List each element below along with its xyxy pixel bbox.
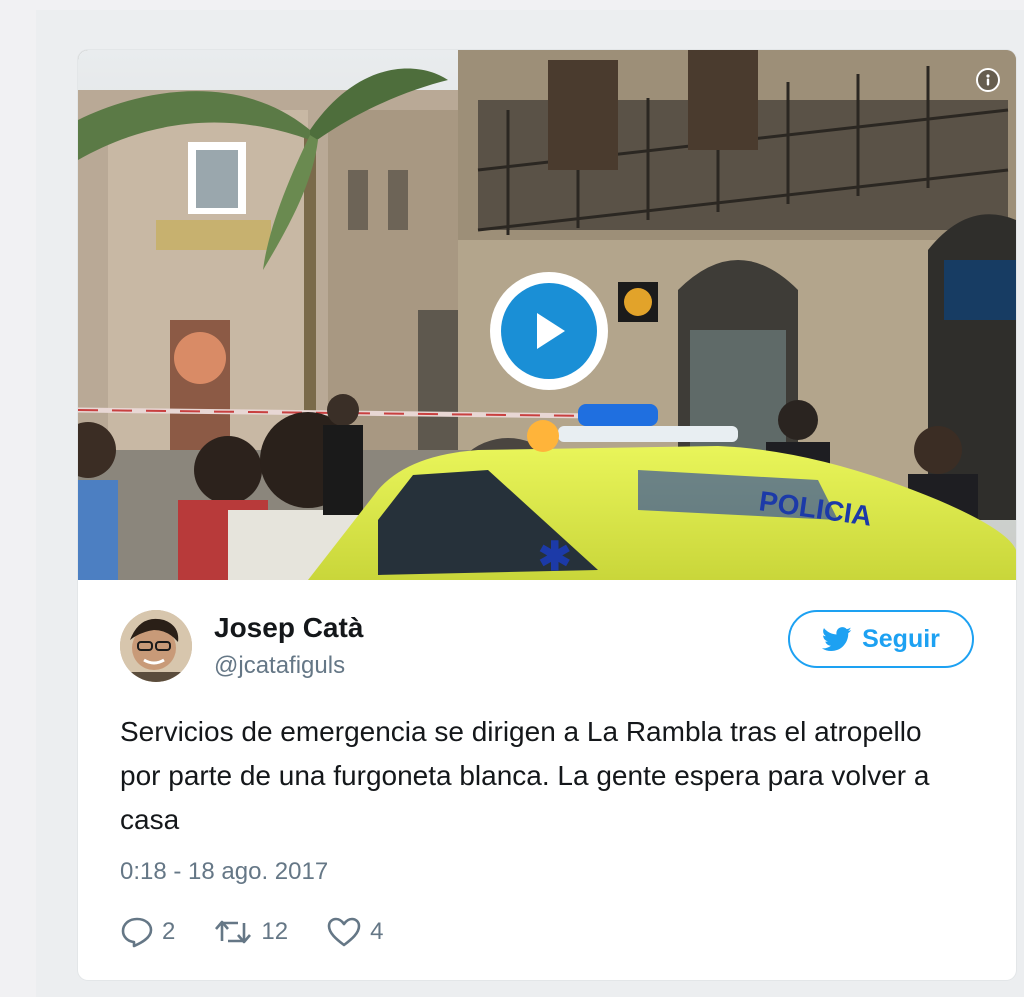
tweet-timestamp[interactable]: 0:18 - 18 ago. 2017 xyxy=(120,858,328,886)
heart-icon xyxy=(327,917,361,947)
follow-button-label: Seguir xyxy=(862,624,940,653)
play-button[interactable] xyxy=(490,272,608,390)
author-name[interactable]: Josep Catà xyxy=(214,612,363,644)
info-icon xyxy=(986,74,990,86)
retweet-icon xyxy=(215,920,252,944)
reply-action[interactable]: 2 xyxy=(120,916,175,948)
video-thumbnail[interactable]: POLICIA ✱ xyxy=(78,50,1016,580)
play-icon xyxy=(537,313,565,349)
svg-text:✱: ✱ xyxy=(538,535,572,579)
embedded-tweet-card: POLICIA ✱ Josep Catà @jcatafiguls Seguir… xyxy=(78,50,1016,980)
play-button-circle xyxy=(501,283,597,379)
reply-count: 2 xyxy=(162,918,176,945)
retweet-count: 12 xyxy=(261,918,289,945)
twitter-bird-icon xyxy=(822,626,852,651)
reply-icon xyxy=(121,917,153,948)
like-count: 4 xyxy=(370,918,384,945)
like-action[interactable]: 4 xyxy=(326,916,383,948)
tweet-actions: 2 12 4 xyxy=(120,912,421,952)
follow-button[interactable]: Seguir xyxy=(788,610,974,668)
info-button[interactable] xyxy=(976,68,1000,92)
author-handle[interactable]: @jcatafiguls xyxy=(214,652,345,680)
retweet-action[interactable]: 12 xyxy=(213,917,288,947)
tweet-header: Josep Catà @jcatafiguls Seguir xyxy=(120,606,980,686)
profile-photo xyxy=(120,610,192,682)
avatar[interactable] xyxy=(120,610,192,682)
tweet-text: Servicios de emergencia se dirigen a La … xyxy=(120,716,930,835)
